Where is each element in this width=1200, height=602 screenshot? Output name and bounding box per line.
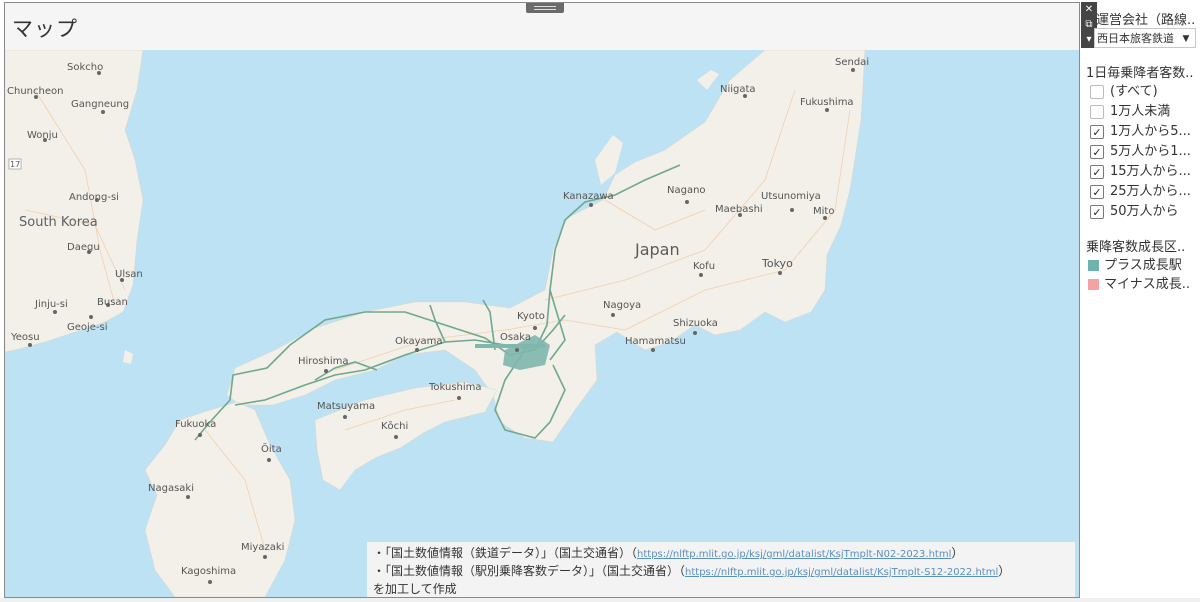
map-label-maebashi: Maebashi: [715, 204, 763, 215]
operator-selected-value: 西日本旅客鉄道: [1097, 32, 1174, 45]
map-label-hiroshima: Hiroshima: [298, 356, 349, 367]
passenger-filter-option-label: 1万人未満: [1110, 104, 1171, 119]
map-label-kagoshima: Kagoshima: [181, 566, 236, 577]
shikoku-landmass: [314, 381, 498, 491]
map-label-tokyo: Tokyo: [761, 257, 793, 270]
map-label-hamamatsu: Hamamatsu: [625, 336, 686, 347]
source-line3-text: を加工して作成: [373, 582, 457, 596]
map-label-daegu: Daegu: [67, 242, 100, 253]
checkbox-unchecked-icon[interactable]: [1090, 104, 1104, 119]
passenger-filter-option[interactable]: ✓ 5万人から1...: [1090, 140, 1200, 160]
map-label-utsunomiya: Utsunomiya: [761, 191, 821, 202]
passenger-filter-option[interactable]: ✓ 25万人から...: [1090, 180, 1200, 200]
legend-item[interactable]: マイナス成長..: [1088, 273, 1200, 292]
passenger-filter-option[interactable]: ✓ 50万人から: [1090, 200, 1200, 220]
map-view[interactable]: Sokcho Chuncheon Gangneung Wonju 17 Ando…: [5, 50, 1079, 597]
source-line1-text: ・「国土数値情報（鉄道データ）」（国土交通省）（: [373, 546, 638, 560]
checkbox-checked-icon[interactable]: ✓: [1090, 164, 1104, 179]
legend-item-label: マイナス成長..: [1104, 277, 1191, 292]
filter-panel: 運営会社（路線.. 西日本旅客鉄道 ▼ 1日毎乗降者客数.. (すべて) 1万人未…: [1084, 0, 1200, 602]
map-label-kochi: Kōchi: [381, 421, 408, 432]
map-label-yeosu: Yeosu: [10, 332, 40, 343]
passenger-filter-option-label: 1万人から5...: [1110, 124, 1191, 139]
data-source-note: ・「国土数値情報（鉄道データ）」（国土交通省）（https://nlftp.ml…: [367, 542, 1075, 597]
legend-swatch: [1088, 279, 1099, 290]
map-label-fukushima: Fukushima: [800, 97, 854, 108]
passenger-filter-option-label: 25万人から...: [1110, 184, 1191, 199]
honshu-landmass: [226, 50, 866, 443]
passenger-filter-option-label: (すべて): [1110, 84, 1158, 99]
map-label-oita: Ōita: [261, 442, 282, 455]
map-label-south-korea: South Korea: [19, 215, 98, 230]
source-line1-link[interactable]: https://nlftp.mlit.go.jp/ksj/gml/datalis…: [637, 549, 951, 560]
passenger-filter-option[interactable]: 1万人未満: [1090, 100, 1200, 120]
source-line1-close: ）: [951, 546, 964, 560]
map-label-nagoya: Nagoya: [603, 300, 641, 311]
passenger-filter-title: 1日毎乗降者客数..: [1086, 66, 1194, 81]
checkbox-checked-icon[interactable]: ✓: [1090, 124, 1104, 139]
map-label-ulsan: Ulsan: [115, 269, 143, 280]
passenger-filter-option[interactable]: (すべて): [1090, 80, 1200, 100]
map-label-wonju: Wonju: [27, 130, 58, 141]
source-line2-text: ・「国土数値情報（駅別乗降客数データ）」（国土交通省）（: [373, 564, 686, 578]
map-label-niigata: Niigata: [720, 84, 756, 95]
map-label-gangneung: Gangneung: [71, 99, 129, 110]
map-canvas: Sokcho Chuncheon Gangneung Wonju 17 Ando…: [5, 50, 869, 597]
checkbox-unchecked-icon[interactable]: [1090, 84, 1104, 99]
map-sheet: マップ Sokcho Chuncheon Gangneung Wonju 17 …: [4, 2, 1080, 598]
legend-item-label: プラス成長駅: [1104, 258, 1182, 273]
dropdown-arrow-icon[interactable]: ▼: [1179, 29, 1193, 47]
legend-item[interactable]: プラス成長駅: [1088, 254, 1200, 273]
map-label-chuncheon: Chuncheon: [7, 86, 63, 97]
map-label-sokcho: Sokcho: [67, 62, 103, 73]
drag-handle[interactable]: [526, 3, 564, 13]
operator-filter-title: 運営会社（路線..: [1096, 13, 1196, 28]
passenger-filter-option[interactable]: ✓ 1万人から5...: [1090, 120, 1200, 140]
passenger-filter-option-label: 50万人から: [1110, 204, 1179, 219]
map-label-shizuoka: Shizuoka: [673, 318, 718, 329]
bottom-border: [0, 598, 1200, 602]
source-line2-link[interactable]: https://nlftp.mlit.go.jp/ksj/gml/datalis…: [685, 567, 998, 578]
operator-dropdown[interactable]: 西日本旅客鉄道 ▼: [1094, 28, 1196, 48]
sheet-title: マップ: [12, 17, 78, 41]
map-label-mito: Mito: [813, 206, 834, 217]
map-label-nagasaki: Nagasaki: [148, 483, 194, 494]
map-label-kofu: Kofu: [693, 261, 715, 272]
legend-title: 乗降客数成長区..: [1086, 240, 1186, 255]
map-label-okayama: Okayama: [395, 336, 443, 347]
legend-swatch: [1088, 260, 1099, 271]
map-label-jinju: Jinju-si: [34, 299, 68, 310]
checkbox-checked-icon[interactable]: ✓: [1090, 144, 1104, 159]
road-number-label: 17: [10, 160, 20, 169]
checkbox-checked-icon[interactable]: ✓: [1090, 204, 1104, 219]
map-label-nagano: Nagano: [667, 185, 706, 196]
map-label-japan: Japan: [634, 240, 680, 259]
map-label-kyoto: Kyoto: [517, 311, 545, 322]
checkbox-checked-icon[interactable]: ✓: [1090, 184, 1104, 199]
source-line2-close: ）: [998, 564, 1011, 578]
passenger-filter-option-label: 5万人から1...: [1110, 144, 1191, 159]
map-label-kanazawa: Kanazawa: [563, 191, 614, 202]
map-label-busan: Busan: [97, 297, 128, 308]
map-label-tokushima: Tokushima: [428, 382, 482, 393]
map-label-osaka: Osaka: [500, 332, 531, 343]
passenger-filter-option[interactable]: ✓ 15万人から...: [1090, 160, 1200, 180]
map-label-andong: Andong-si: [69, 192, 119, 203]
map-label-matsuyama: Matsuyama: [317, 401, 375, 412]
map-label-miyazaki: Miyazaki: [241, 542, 284, 553]
map-label-sendai: Sendai: [835, 57, 869, 68]
map-label-geoje: Geoje-si: [67, 322, 108, 333]
map-label-fukuoka: Fukuoka: [175, 419, 216, 430]
passenger-filter-option-label: 15万人から...: [1110, 164, 1191, 179]
